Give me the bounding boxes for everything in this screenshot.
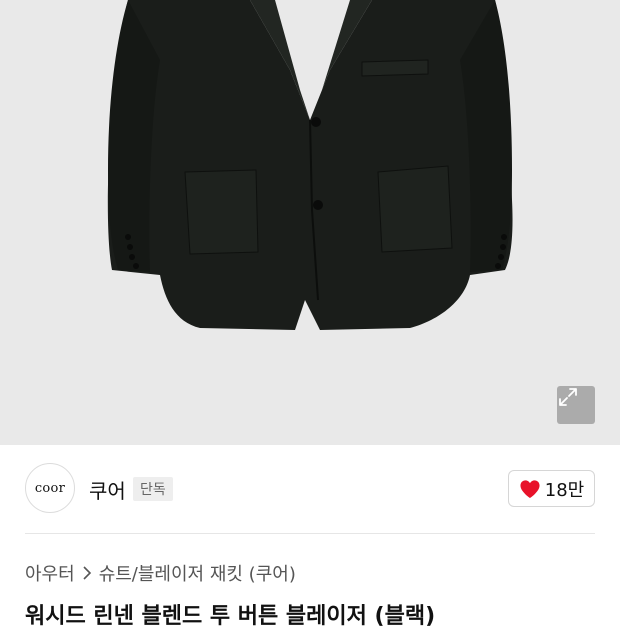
blazer-photo [107, 0, 513, 330]
exclusive-badge: 단독 [133, 477, 173, 501]
brand-row: coor 쿠어 단독 18만 [0, 445, 620, 533]
breadcrumb-category[interactable]: 아우터 [25, 560, 75, 586]
product-title: 워시드 린넨 블렌드 투 버튼 블레이저 (블랙) [25, 604, 436, 629]
breadcrumb: 아우터 슈트/블레이저 재킷 (쿠어) [25, 561, 296, 585]
like-button[interactable]: 18만 [508, 470, 595, 507]
brand-name[interactable]: 쿠어 [89, 475, 126, 504]
expand-image-button[interactable] [557, 386, 595, 424]
chevron-right-icon [83, 566, 91, 580]
divider [25, 533, 595, 534]
brand-logo[interactable]: coor [25, 463, 75, 513]
product-image[interactable] [0, 0, 620, 445]
heart-icon [520, 479, 540, 498]
like-count: 18만 [544, 479, 585, 501]
brand-logo-text: coor [34, 480, 66, 496]
expand-icon [559, 388, 577, 406]
breadcrumb-subcategory[interactable]: 슈트/블레이저 재킷 (쿠어) [99, 560, 296, 586]
